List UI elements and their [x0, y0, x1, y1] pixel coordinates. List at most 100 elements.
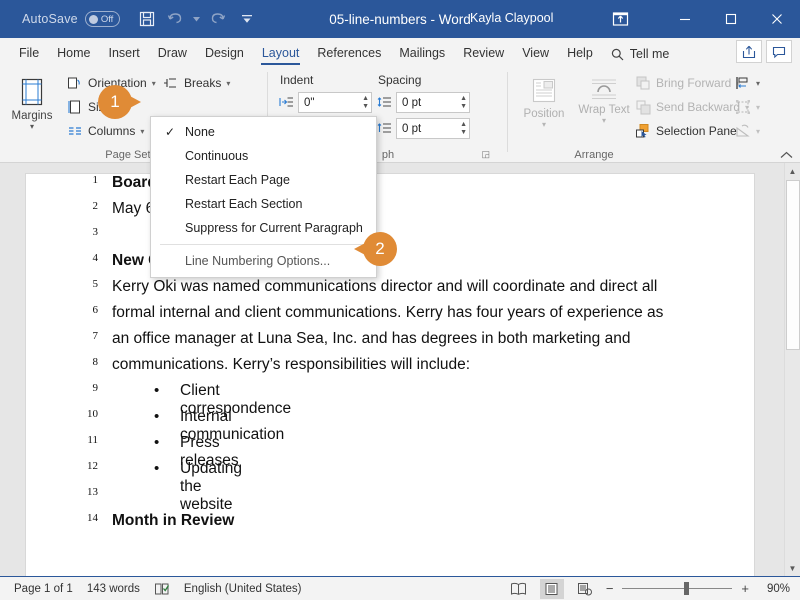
- send-backward-icon: [634, 99, 651, 116]
- indent-left-control[interactable]: 0" ▲ ▼: [278, 92, 372, 113]
- undo-dropdown-icon[interactable]: [192, 6, 202, 32]
- chevron-down-icon[interactable]: ▾: [30, 123, 34, 131]
- collapse-ribbon-button[interactable]: [780, 151, 793, 159]
- align-objects-button[interactable]: ▾: [730, 72, 764, 94]
- callout-badge-1: 1: [98, 85, 141, 119]
- tab-mailings[interactable]: Mailings: [390, 43, 454, 65]
- wrap-text-button[interactable]: Wrap Text ▾: [576, 70, 632, 125]
- send-backward-label: Send Backward: [656, 100, 741, 114]
- breaks-button[interactable]: Breaks ▾: [158, 72, 234, 94]
- menu-item-none[interactable]: ✓ None: [151, 120, 376, 144]
- columns-button[interactable]: Columns ▾: [62, 120, 148, 142]
- redo-icon[interactable]: [205, 6, 231, 32]
- menu-item-restart-each-page[interactable]: Restart Each Page: [151, 168, 376, 192]
- tab-references[interactable]: References: [308, 43, 390, 65]
- breaks-icon: [162, 75, 179, 92]
- ribbon-display-options-icon[interactable]: [606, 8, 634, 30]
- line-text: formal internal and client communication…: [112, 304, 664, 321]
- web-layout-icon[interactable]: [573, 579, 597, 599]
- line-numbers-dropdown-menu[interactable]: ✓ None Continuous Restart Each Page Rest…: [150, 116, 377, 278]
- spinner-arrows[interactable]: ▲ ▼: [362, 94, 369, 111]
- document-page[interactable]: 1 Board of Directors Meeting 2 May 6 3 4…: [25, 173, 755, 576]
- vertical-scrollbar[interactable]: ▲ ▼: [784, 163, 800, 576]
- document-canvas[interactable]: 1 Board of Directors Meeting 2 May 6 3 4…: [0, 163, 800, 576]
- word-count[interactable]: 143 words: [87, 583, 140, 595]
- chevron-down-icon[interactable]: ▾: [756, 79, 760, 88]
- wrap-text-icon: [589, 76, 619, 102]
- tab-view[interactable]: View: [513, 43, 558, 65]
- tab-insert[interactable]: Insert: [100, 43, 149, 65]
- indent-left-icon: [278, 95, 294, 111]
- chevron-down-icon[interactable]: ▾: [152, 79, 156, 88]
- autosave-state-label: Off: [100, 13, 114, 25]
- autosave-control[interactable]: AutoSave Off: [22, 11, 120, 27]
- save-icon[interactable]: [134, 6, 160, 32]
- spinner-arrows[interactable]: ▲ ▼: [460, 94, 467, 111]
- close-button[interactable]: [754, 0, 800, 38]
- bullet-icon: •: [154, 382, 160, 399]
- chevron-down-icon[interactable]: ▾: [602, 117, 606, 125]
- chevron-down-icon[interactable]: ▾: [756, 103, 760, 112]
- user-account-name[interactable]: Kayla Claypool: [470, 11, 553, 25]
- print-layout-icon[interactable]: [539, 578, 564, 599]
- scroll-down-arrow-icon[interactable]: ▼: [785, 560, 800, 576]
- proofing-errors-icon[interactable]: [154, 582, 170, 596]
- comments-icon[interactable]: [766, 40, 792, 63]
- menu-item-continuous[interactable]: Continuous: [151, 144, 376, 168]
- tab-review[interactable]: Review: [454, 43, 513, 65]
- spinner-arrows[interactable]: ▲ ▼: [460, 120, 467, 137]
- checkmark-icon: ✓: [164, 125, 176, 139]
- chevron-down-icon[interactable]: ▾: [542, 121, 546, 129]
- chevron-down-icon[interactable]: ▾: [226, 79, 230, 88]
- line-number: 5: [92, 278, 99, 290]
- tab-draw[interactable]: Draw: [149, 43, 196, 65]
- bring-forward-button[interactable]: Bring Forward ▾: [630, 72, 744, 94]
- margins-button[interactable]: Margins ▾: [4, 70, 60, 131]
- line-number: 1: [92, 174, 99, 186]
- menu-item-suppress-for-current-paragraph[interactable]: Suppress for Current Paragraph: [151, 216, 376, 240]
- chevron-down-icon[interactable]: ▾: [140, 127, 144, 136]
- indent-label: Indent: [280, 73, 314, 87]
- tab-design[interactable]: Design: [196, 43, 253, 65]
- position-button[interactable]: Position ▾: [516, 70, 572, 129]
- spacing-before-control[interactable]: 0 pt ▲ ▼: [376, 92, 470, 113]
- customize-quick-access-icon[interactable]: [234, 6, 260, 32]
- search-icon: [611, 48, 624, 61]
- chevron-down-icon[interactable]: ▾: [756, 127, 760, 136]
- zoom-level[interactable]: 90%: [758, 583, 790, 595]
- tell-me-search[interactable]: Tell me: [602, 44, 679, 66]
- zoom-slider-thumb[interactable]: [684, 582, 690, 595]
- tab-help[interactable]: Help: [558, 43, 602, 65]
- group-objects-button[interactable]: ▾: [730, 96, 764, 118]
- tab-layout[interactable]: Layout: [253, 43, 309, 65]
- zoom-slider[interactable]: [622, 582, 733, 595]
- tab-file[interactable]: File: [10, 43, 48, 65]
- scroll-up-arrow-icon[interactable]: ▲: [785, 163, 800, 179]
- language-indicator[interactable]: English (United States): [184, 583, 302, 595]
- spacing-after-control[interactable]: 0 pt ▲ ▼: [376, 118, 470, 139]
- menu-item-restart-each-section[interactable]: Restart Each Section: [151, 192, 376, 216]
- maximize-button[interactable]: [708, 0, 754, 38]
- autosave-toggle[interactable]: Off: [84, 11, 120, 27]
- indent-left-input[interactable]: 0" ▲ ▼: [298, 92, 372, 113]
- spacing-after-value: 0 pt: [402, 122, 422, 135]
- spacing-after-input[interactable]: 0 pt ▲ ▼: [396, 118, 470, 139]
- read-mode-icon[interactable]: [507, 579, 531, 599]
- menu-item-line-numbering-options[interactable]: Line Numbering Options...: [151, 249, 376, 273]
- scrollbar-thumb[interactable]: [786, 180, 800, 350]
- line-number: 8: [92, 356, 99, 368]
- selection-pane-label: Selection Pane: [656, 124, 737, 138]
- tab-home[interactable]: Home: [48, 43, 99, 65]
- undo-icon[interactable]: [163, 6, 189, 32]
- spacing-before-input[interactable]: 0 pt ▲ ▼: [396, 92, 470, 113]
- minimize-button[interactable]: [662, 0, 708, 38]
- share-icon[interactable]: [736, 40, 762, 63]
- zoom-out-button[interactable]: −: [606, 581, 614, 596]
- bullet-icon: •: [154, 434, 160, 451]
- word-application-window: AutoSave Off 05-line-numbers - Word Kayl…: [0, 0, 800, 600]
- rotate-objects-button[interactable]: ▾: [730, 120, 764, 142]
- page-indicator[interactable]: Page 1 of 1: [14, 583, 73, 595]
- selection-pane-button[interactable]: Selection Pane: [630, 120, 741, 142]
- zoom-in-button[interactable]: +: [741, 581, 749, 596]
- window-controls: [662, 0, 800, 38]
